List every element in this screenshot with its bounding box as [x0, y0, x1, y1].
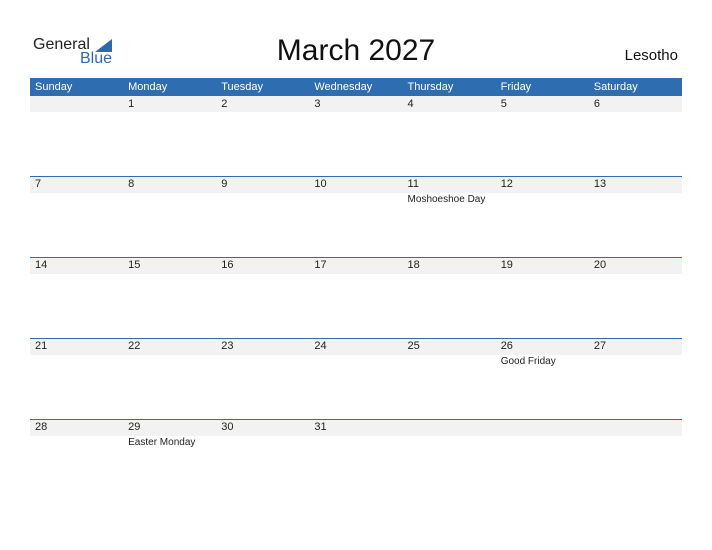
weekday-header: Sunday Monday Tuesday Wednesday Thursday… [30, 78, 682, 96]
holiday-label: Moshoeshoe Day [407, 194, 486, 205]
day-number: 3 [314, 98, 321, 110]
day-cell: 2 [216, 96, 309, 176]
day-cell: 4 [403, 96, 496, 176]
day-number: 2 [221, 98, 228, 110]
day-cell: 20 [589, 257, 682, 337]
holiday-label: Good Friday [500, 356, 556, 367]
day-cell: 7 [30, 176, 123, 256]
day-number: 18 [407, 259, 420, 271]
day-number: 24 [314, 340, 327, 352]
day-cell [496, 419, 589, 499]
day-cell: 15 [123, 257, 216, 337]
calendar-week: 7 8 9 10 11 Moshoeshoe Day 12 13 [30, 176, 682, 256]
day-cell: 1 [123, 96, 216, 176]
day-number: 7 [35, 178, 42, 190]
day-cell [403, 419, 496, 499]
day-cell: 10 [309, 176, 402, 256]
weekday-saturday: Saturday [593, 81, 638, 93]
day-cell: 8 [123, 176, 216, 256]
day-cell: 28 [30, 419, 123, 499]
day-cell: 11 Moshoeshoe Day [403, 176, 496, 256]
day-number: 8 [128, 178, 135, 190]
day-cell: 29 Easter Monday [123, 419, 216, 499]
day-number: 6 [593, 98, 600, 110]
day-number: 12 [500, 178, 513, 190]
day-number: 9 [221, 178, 228, 190]
day-number: 20 [593, 259, 607, 271]
day-cell [30, 96, 123, 176]
day-cell: 19 [496, 257, 589, 337]
day-cell: 30 [216, 419, 309, 499]
weekday-friday: Friday [500, 81, 532, 93]
day-number: 15 [128, 259, 141, 271]
holiday-label: Easter Monday [128, 437, 196, 448]
calendar-week: 21 22 23 24 25 26 Good Friday 27 [30, 338, 682, 418]
day-cell: 25 [403, 338, 496, 418]
day-number: 22 [128, 340, 141, 352]
day-number: 17 [314, 259, 327, 271]
day-number: 10 [314, 178, 327, 190]
day-cell: 24 [309, 338, 402, 418]
day-cell: 5 [496, 96, 589, 176]
day-number: 30 [221, 421, 234, 433]
day-number: 21 [35, 340, 48, 352]
day-number: 16 [221, 259, 234, 271]
weekday-sunday: Sunday [35, 81, 73, 93]
calendar-week: 14 15 16 17 18 19 20 [30, 257, 682, 337]
calendar-week: 1 2 3 4 5 6 [30, 96, 682, 176]
day-number: 26 [500, 340, 513, 352]
day-cell: 22 [123, 338, 216, 418]
day-cell: 27 [589, 338, 682, 418]
day-cell: 18 [403, 257, 496, 337]
day-cell: 23 [216, 338, 309, 418]
weekday-tuesday: Tuesday [221, 81, 264, 93]
day-number: 23 [221, 340, 234, 352]
calendar-week: 28 29 Easter Monday 30 31 [30, 419, 682, 499]
day-number: 4 [407, 98, 414, 110]
day-number: 1 [128, 98, 135, 110]
day-number: 27 [593, 340, 607, 352]
day-cell: 12 [496, 176, 589, 256]
day-number: 19 [500, 259, 513, 271]
day-cell: 6 [589, 96, 682, 176]
day-cell: 21 [30, 338, 123, 418]
page-title: March 2027 [276, 34, 436, 67]
weekday-wednesday: Wednesday [314, 81, 373, 93]
day-cell: 31 [309, 419, 402, 499]
weekday-monday: Monday [128, 81, 168, 93]
day-number: 25 [407, 340, 420, 352]
day-cell [589, 419, 682, 499]
country-label: Lesotho [624, 47, 678, 64]
day-cell: 16 [216, 257, 309, 337]
day-number: 11 [407, 178, 419, 190]
day-number: 5 [500, 98, 507, 110]
day-cell: 3 [309, 96, 402, 176]
day-number: 14 [35, 259, 48, 271]
weekday-thursday: Thursday [407, 81, 454, 93]
day-number: 28 [35, 421, 48, 433]
day-number: 31 [314, 421, 327, 433]
day-number: 13 [593, 178, 607, 190]
day-number: 29 [128, 421, 141, 433]
day-cell: 13 [589, 176, 682, 256]
day-cell: 14 [30, 257, 123, 337]
day-cell: 26 Good Friday [496, 338, 589, 418]
day-cell: 9 [216, 176, 309, 256]
day-cell: 17 [309, 257, 402, 337]
